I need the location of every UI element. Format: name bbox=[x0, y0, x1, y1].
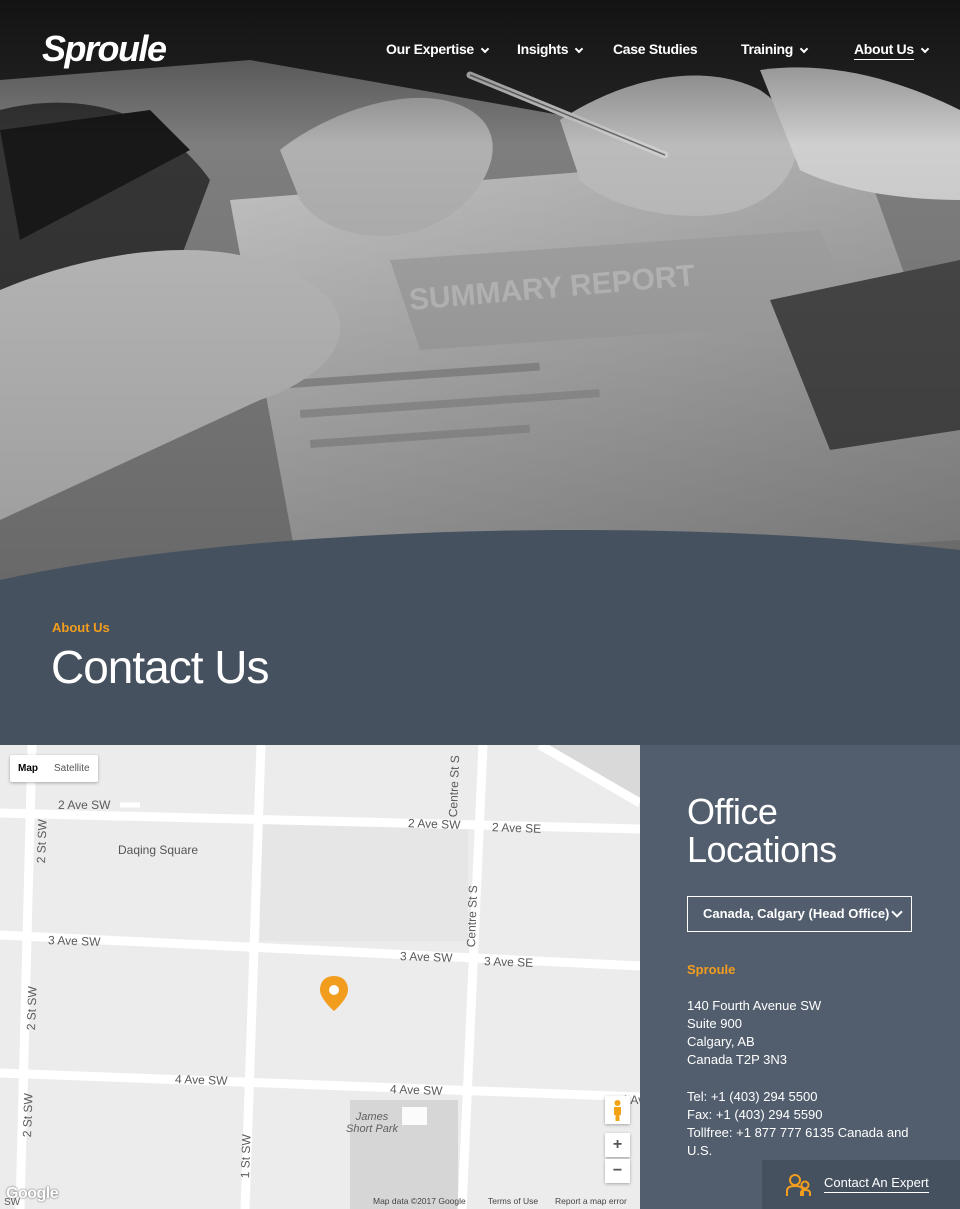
office-panel: Office Locations Canada, Calgary (Head O… bbox=[640, 745, 960, 1209]
hero-image: SUMMARY REPORT Sproule Our Expertise Ins… bbox=[0, 0, 960, 580]
map-type-map[interactable]: Map bbox=[10, 755, 46, 782]
title-band bbox=[0, 520, 960, 745]
nav-our-expertise[interactable]: Our Expertise bbox=[386, 41, 490, 57]
street-label: 2 St SW bbox=[24, 986, 40, 1031]
chevron-down-icon bbox=[480, 44, 490, 54]
office-select[interactable]: Canada, Calgary (Head Office) bbox=[687, 896, 912, 932]
office-heading: Office Locations bbox=[687, 791, 837, 870]
phone[interactable]: Tel: +1 (403) 294 5500 bbox=[687, 1088, 922, 1106]
google-map[interactable]: Map Satellite 2 Ave SW 2 Ave SW 2 Ave SE… bbox=[0, 745, 640, 1209]
page-title: Contact Us bbox=[51, 641, 270, 693]
street-label: 4 Ave SW bbox=[174, 1072, 228, 1088]
map-report-link[interactable]: Report a map error bbox=[555, 1196, 627, 1206]
street-label: 2 Ave SE bbox=[491, 820, 542, 836]
nav-label: Insights bbox=[517, 41, 569, 57]
chevron-down-icon bbox=[575, 44, 584, 54]
nav-insights[interactable]: Insights bbox=[517, 41, 584, 57]
street-label: 2 Ave SW bbox=[58, 798, 111, 812]
street-label: 4 Ave SW bbox=[389, 1082, 443, 1098]
poi-label: Daqing Square bbox=[118, 843, 199, 857]
main-nav: Our Expertise Insights Case Studies Trai… bbox=[0, 41, 960, 61]
map-type-satellite[interactable]: Satellite bbox=[46, 755, 98, 782]
nav-training[interactable]: Training bbox=[741, 41, 809, 57]
zoom-out-button[interactable]: − bbox=[605, 1159, 630, 1183]
poi-park-label: James Short Park bbox=[346, 1111, 398, 1135]
street-label: 2 St SW bbox=[34, 819, 50, 864]
chevron-down-icon bbox=[891, 906, 903, 918]
map-terms-link[interactable]: Terms of Use bbox=[488, 1196, 538, 1206]
street-label: 3 Ave SW bbox=[47, 933, 101, 949]
map-type-toggle: Map Satellite bbox=[10, 755, 98, 782]
contact-expert-button[interactable]: Contact An Expert bbox=[762, 1160, 960, 1209]
address-line: Calgary, AB bbox=[687, 1034, 755, 1049]
people-icon bbox=[786, 1174, 811, 1196]
nav-label: Training bbox=[741, 41, 794, 57]
office-select-value: Canada, Calgary (Head Office) bbox=[703, 906, 890, 921]
nav-label: Our Expertise bbox=[386, 41, 474, 57]
nav-about-us[interactable]: About Us bbox=[854, 41, 930, 60]
zoom-in-button[interactable]: + bbox=[605, 1133, 630, 1157]
street-label: 2 St SW bbox=[20, 1093, 36, 1138]
breadcrumb[interactable]: About Us bbox=[52, 620, 110, 635]
address-line: Canada T2P 3N3 bbox=[687, 1052, 787, 1067]
nav-label: Case Studies bbox=[613, 41, 698, 57]
street-label: 3 Ave SW bbox=[399, 949, 453, 965]
chevron-down-icon bbox=[799, 44, 809, 54]
cta-label: Contact An Expert bbox=[824, 1175, 929, 1193]
office-company: Sproule bbox=[687, 962, 736, 977]
fax: Fax: +1 (403) 294 5590 bbox=[687, 1107, 823, 1122]
map-attribution: Map data ©2017 Google bbox=[373, 1196, 466, 1206]
hero-photo: SUMMARY REPORT bbox=[0, 0, 960, 580]
nav-case-studies[interactable]: Case Studies bbox=[613, 41, 698, 57]
tollfree[interactable]: Tollfree: +1 877 777 6135 Canada and U.S… bbox=[687, 1124, 922, 1160]
google-logo[interactable]: Google bbox=[6, 1185, 59, 1203]
address-line: 140 Fourth Avenue SW bbox=[687, 998, 822, 1013]
street-label: Centre St S bbox=[464, 885, 481, 948]
street-label: 1 St SW bbox=[238, 1134, 254, 1179]
street-view-pegman-icon[interactable] bbox=[605, 1096, 630, 1124]
nav-label: About Us bbox=[854, 41, 914, 60]
map-streets bbox=[0, 745, 640, 1209]
street-label: 2 Ave SW bbox=[407, 816, 461, 832]
chevron-down-icon bbox=[920, 44, 930, 54]
address-line: Suite 900 bbox=[687, 1016, 742, 1031]
street-label: Centre St S bbox=[446, 755, 463, 818]
street-label: 3 Ave SE bbox=[483, 954, 534, 970]
